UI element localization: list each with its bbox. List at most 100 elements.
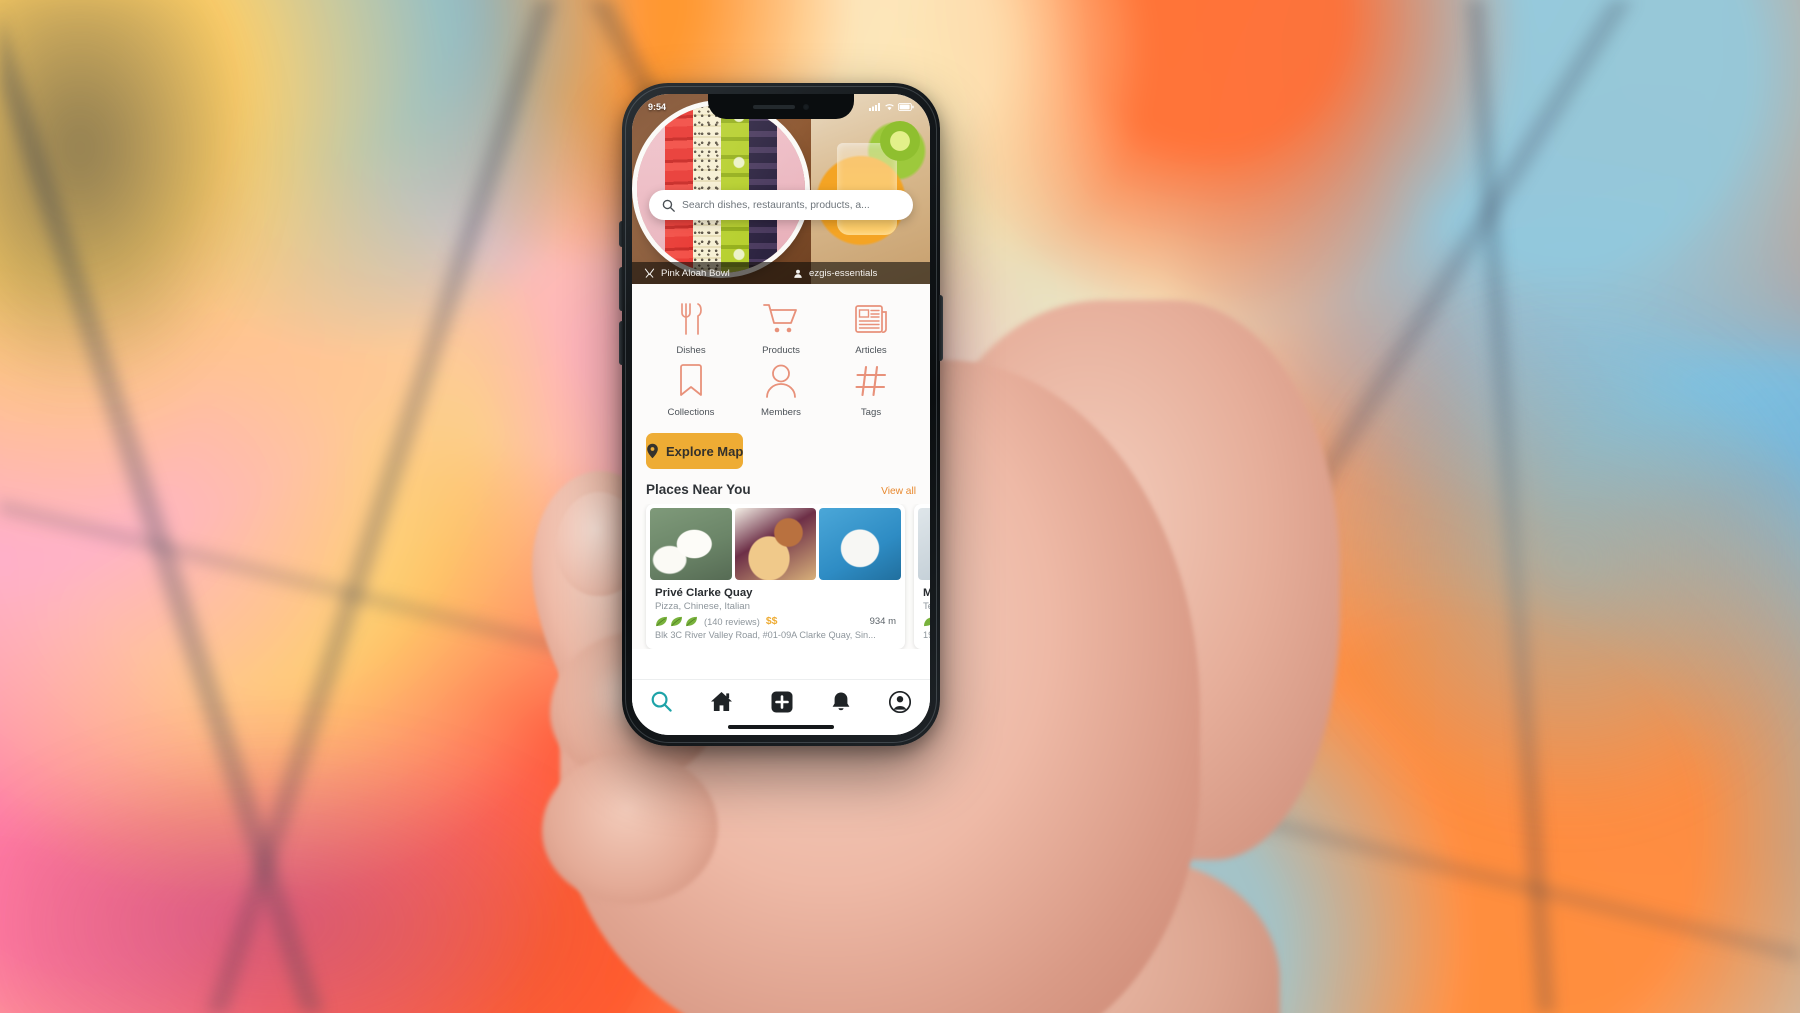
explore-map-button[interactable]: Explore Map — [646, 433, 744, 469]
front-camera — [803, 103, 809, 110]
category-collections[interactable]: Collections — [646, 362, 736, 418]
account-circle-icon — [889, 690, 911, 713]
category-articles[interactable]: Articles — [826, 300, 916, 356]
leaf-icon — [671, 616, 682, 627]
place-cuisines: Te — [923, 601, 930, 612]
nav-notifications-button[interactable] — [831, 691, 851, 713]
category-members[interactable]: Members — [736, 362, 826, 418]
nav-search-button[interactable] — [651, 691, 672, 712]
hero-caption-dish-label: Pink Aloah Bowl — [661, 267, 730, 279]
fork-knife-icon — [676, 300, 706, 338]
place-photo[interactable] — [819, 508, 902, 580]
category-tags[interactable]: Tags — [826, 362, 916, 418]
nav-profile-button[interactable] — [889, 690, 911, 713]
place-card[interactable]: Me Te 190 — [914, 504, 930, 649]
rating-leaves — [923, 616, 930, 627]
place-card[interactable]: Privé Clarke Quay Pizza, Chinese, Italia… — [646, 504, 905, 649]
power-button[interactable] — [939, 295, 943, 361]
place-meta-row — [923, 616, 930, 627]
topping-strawberry — [665, 105, 694, 273]
topping-banana — [693, 105, 722, 273]
hash-icon — [855, 362, 887, 400]
hero-image-smoothie-bowl[interactable] — [632, 94, 811, 284]
category-articles-label: Articles — [855, 345, 887, 356]
lime-graphic — [879, 120, 920, 161]
volume-up-button[interactable] — [619, 267, 623, 311]
category-members-label: Members — [761, 407, 801, 418]
wall-shadow-left — [0, 0, 260, 400]
search-bar[interactable] — [649, 190, 913, 220]
home-indicator — [728, 725, 834, 729]
place-reviews: (140 reviews) — [704, 616, 760, 627]
smartphone-device: 9:54 Search dishes, restaurants, product… — [619, 83, 943, 746]
places-card-carousel[interactable]: Privé Clarke Quay Pizza, Chinese, Italia… — [632, 504, 930, 649]
topping-kiwi — [721, 105, 750, 273]
places-section-header: Places Near You View all — [632, 469, 930, 504]
leaf-icon — [686, 616, 697, 627]
hero-caption-bar: Pink Aloah Bowl ezgis-essentials — [632, 262, 930, 284]
place-address: 190 — [923, 630, 930, 640]
person-icon — [794, 269, 802, 278]
category-dishes-label: Dishes — [676, 345, 706, 356]
topping-berries — [749, 105, 778, 273]
bookmark-icon — [678, 362, 704, 400]
cutlery-icon — [644, 268, 655, 278]
wall-shadow-bottom — [0, 743, 620, 1013]
wall-highlight-right — [1310, 300, 1800, 820]
category-grid: Dishes Products Articles Collections Mem… — [632, 284, 930, 426]
nav-home-button[interactable] — [710, 691, 733, 712]
hero-images — [632, 94, 930, 284]
place-name: Me — [923, 587, 930, 599]
bell-icon — [832, 692, 850, 710]
category-collections-label: Collections — [667, 407, 715, 418]
hero-caption-member[interactable]: ezgis-essentials — [781, 268, 930, 279]
category-products-label: Products — [762, 345, 800, 356]
place-card-photos — [914, 504, 930, 580]
shopping-cart-icon — [763, 300, 799, 338]
category-tags-label: Tags — [860, 407, 882, 418]
place-card-info: Me Te 190 — [914, 580, 930, 649]
hero-carousel[interactable]: Pink Aloah Bowl ezgis-essentials — [632, 94, 930, 284]
newspaper-icon — [855, 300, 887, 338]
explore-map-label: Explore Map — [666, 443, 744, 459]
place-distance: 934 m — [869, 616, 896, 627]
search-input[interactable] — [682, 199, 900, 211]
user-icon — [765, 362, 797, 400]
earpiece-speaker — [753, 104, 795, 109]
phone-screen: 9:54 Search dishes, restaurants, product… — [632, 94, 930, 735]
place-photo[interactable] — [734, 508, 817, 580]
place-photo[interactable] — [918, 508, 930, 580]
place-name: Privé Clarke Quay — [655, 587, 753, 599]
leaf-icon — [656, 616, 667, 627]
status-time: 9:54 — [648, 101, 667, 112]
category-products[interactable]: Products — [736, 300, 826, 356]
nav-add-button[interactable] — [771, 691, 793, 713]
map-pin-icon — [647, 443, 658, 459]
places-section-title: Places Near You — [646, 482, 751, 497]
view-all-link[interactable]: View all — [881, 486, 916, 497]
app-main-content: Dishes Products Articles Collections Mem… — [632, 284, 930, 649]
volume-down-button[interactable] — [619, 321, 623, 365]
bowl-toppings — [637, 105, 806, 273]
place-meta-row: (140 reviews) $$ 934 m — [655, 616, 896, 627]
place-card-photos — [646, 504, 905, 580]
phone-notch — [708, 94, 854, 119]
place-card-info: Privé Clarke Quay Pizza, Chinese, Italia… — [646, 580, 905, 649]
hero-image-drink[interactable] — [810, 94, 930, 284]
signal-icon — [869, 102, 880, 111]
silence-switch[interactable] — [619, 221, 623, 247]
place-photo[interactable] — [650, 508, 732, 580]
wifi-icon — [885, 103, 894, 110]
topping-smoothie-2 — [777, 105, 806, 273]
battery-icon — [898, 102, 914, 111]
rating-leaves — [655, 616, 698, 627]
home-icon — [711, 691, 732, 712]
hero-caption-dish[interactable]: Pink Aloah Bowl — [632, 268, 781, 279]
place-price-level: $$ — [765, 616, 778, 627]
category-dishes[interactable]: Dishes — [646, 300, 736, 356]
leaf-icon — [924, 617, 930, 627]
plus-square-icon — [771, 691, 793, 712]
search-icon — [662, 199, 675, 212]
place-cuisines: Pizza, Chinese, Italian — [655, 601, 750, 612]
smoothie-bowl-graphic — [637, 105, 806, 273]
